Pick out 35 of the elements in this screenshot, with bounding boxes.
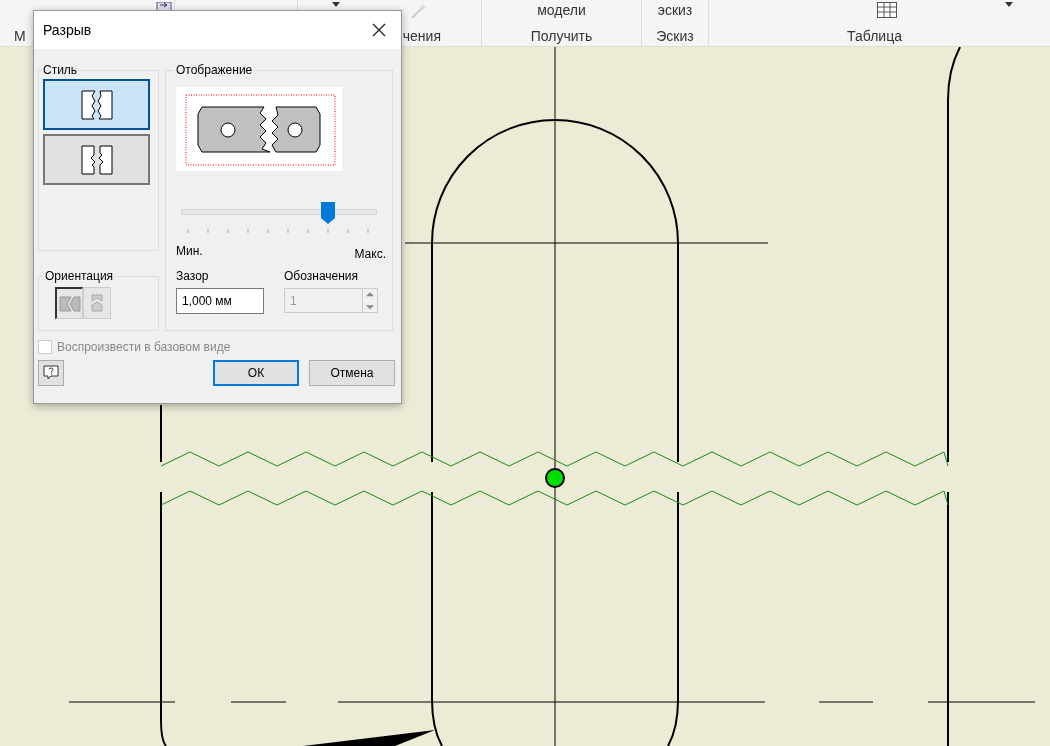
slider-max-label: Макс. — [354, 247, 386, 261]
field-label: Зазор — [176, 269, 210, 283]
cancel-button[interactable]: Отмена — [309, 360, 395, 386]
ribbon-group-label: чения — [402, 28, 441, 44]
rectangular-break-icon — [79, 89, 114, 120]
caret-icon[interactable] — [1004, 2, 1013, 7]
group-label: Отображение — [175, 63, 254, 77]
group-label: Стиль — [42, 63, 79, 77]
orientation-option[interactable] — [55, 287, 83, 319]
group-label: Ориентация — [44, 269, 115, 283]
table-icon[interactable] — [876, 2, 897, 18]
style-option[interactable] — [43, 134, 150, 185]
style-option[interactable] — [43, 79, 150, 130]
field-label: Обозначения — [284, 269, 360, 283]
slider-thumb[interactable] — [320, 202, 335, 224]
help-icon — [43, 365, 59, 381]
slider-min-label: Мин. — [176, 244, 203, 260]
ribbon-group-label: Таблица — [847, 28, 902, 44]
gap-input-field[interactable]: 1,000 мм — [176, 288, 264, 314]
ribbon-command[interactable]: модели — [537, 2, 586, 18]
structural-break-icon — [79, 144, 114, 175]
ok-button[interactable]: ОК — [213, 360, 299, 386]
caret-icon[interactable] — [331, 2, 340, 7]
help-button[interactable] — [38, 360, 64, 386]
ribbon-group-label: М — [14, 28, 26, 44]
ribbon-command[interactable]: эскиз — [657, 2, 693, 18]
horizontal-break-icon — [57, 293, 82, 314]
grip-point[interactable] — [545, 468, 565, 488]
ribbon-group-label: Эскиз — [656, 28, 694, 44]
spin-buttons[interactable] — [362, 288, 378, 313]
ribbon-group-label: Получить — [530, 28, 593, 44]
close-icon[interactable] — [372, 23, 386, 37]
window-title: Разрыв — [43, 22, 92, 38]
checkbox-label: Воспроизвести в базовом виде — [57, 340, 231, 354]
vertical-break-icon — [89, 293, 105, 313]
